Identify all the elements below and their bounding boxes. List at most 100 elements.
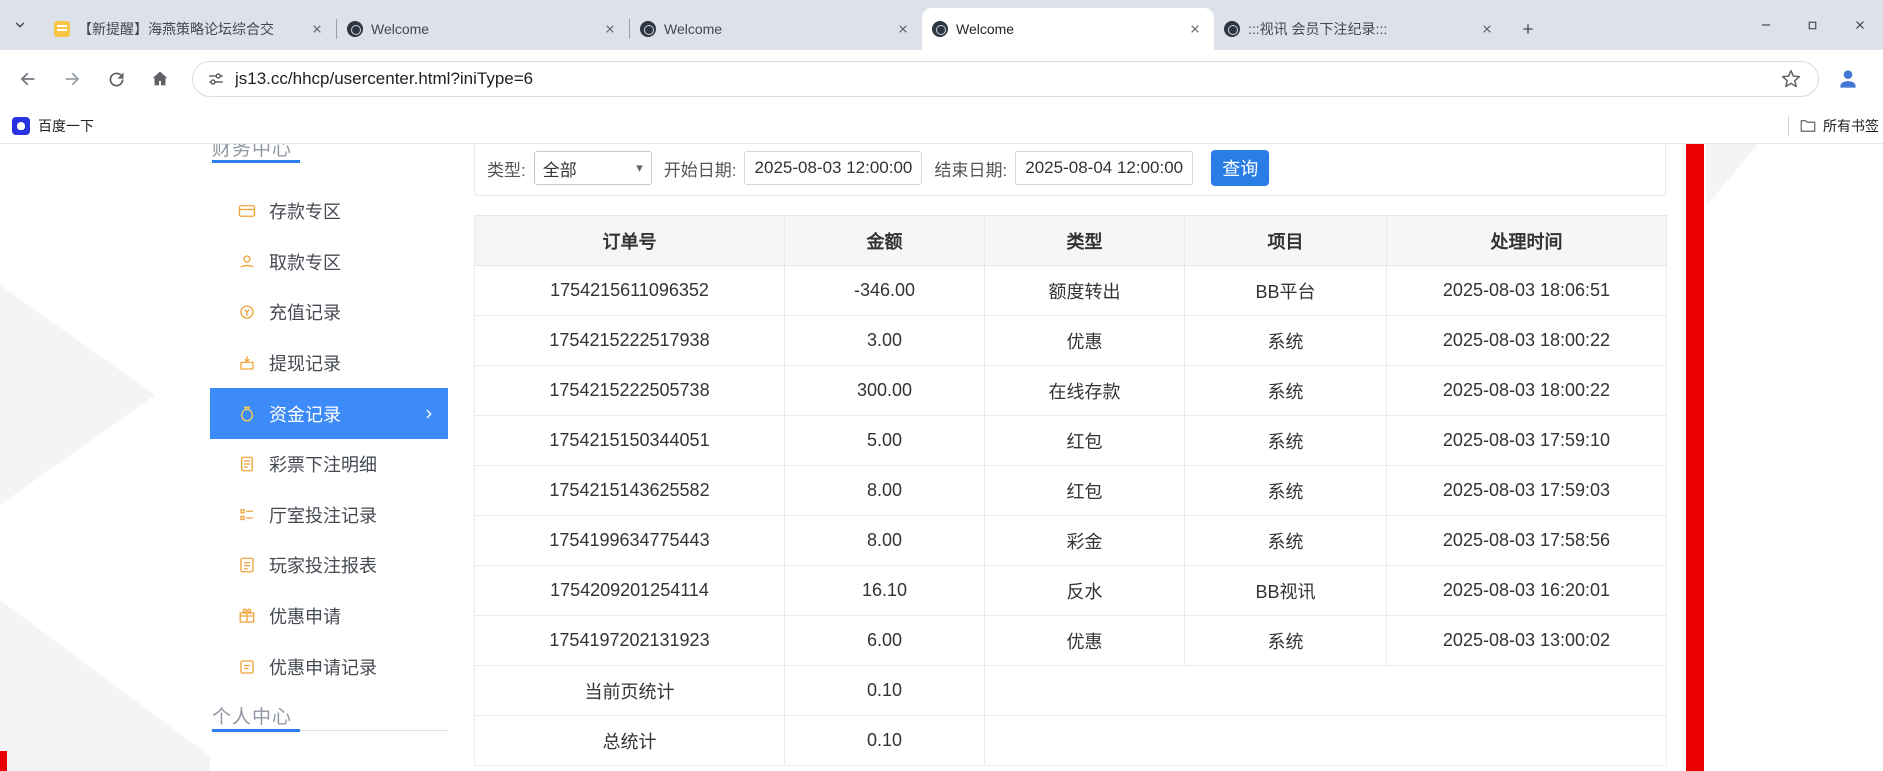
tab-forum[interactable]: 【新提醒】海燕策略论坛综合交 bbox=[44, 8, 336, 50]
globe-icon bbox=[640, 21, 656, 37]
decorative-triangle bbox=[0, 285, 155, 505]
tab-video-records[interactable]: :::视讯 会员下注纪录::: bbox=[1214, 8, 1506, 50]
cell-project: 系统 bbox=[1185, 516, 1387, 566]
finance-section-header: 财务中心 bbox=[212, 144, 292, 161]
minimize-button[interactable] bbox=[1742, 0, 1789, 50]
cell-type: 彩金 bbox=[985, 516, 1185, 566]
address-bar[interactable]: js13.cc/hhcp/usercenter.html?iniType=6 bbox=[192, 61, 1819, 97]
tab-title: Welcome bbox=[664, 21, 888, 37]
close-icon[interactable] bbox=[1186, 20, 1204, 38]
tab-search-button[interactable] bbox=[8, 13, 32, 37]
type-label: 类型: bbox=[487, 156, 526, 181]
close-window-button[interactable] bbox=[1836, 0, 1883, 50]
sidebar-item-hall-bet-records[interactable]: 厅室投注记录 bbox=[210, 490, 448, 541]
cell-amount: 6.00 bbox=[785, 616, 985, 666]
tab-welcome-active[interactable]: Welcome bbox=[922, 8, 1214, 50]
cell-project: 系统 bbox=[1185, 616, 1387, 666]
column-header-amount: 金额 bbox=[785, 216, 985, 266]
chevron-right-icon bbox=[422, 407, 436, 421]
reload-icon bbox=[106, 69, 127, 90]
page-red-notch bbox=[0, 751, 7, 771]
avatar-person-icon bbox=[1835, 66, 1861, 92]
reload-button[interactable] bbox=[98, 61, 134, 97]
baidu-favicon bbox=[12, 117, 30, 135]
table-row: 1754197202131923 6.00 优惠 系统 2025-08-03 1… bbox=[475, 616, 1667, 666]
tabs-container: 【新提醒】海燕策略论坛综合交 Welcome Welcome Welcome :… bbox=[44, 8, 1542, 50]
cell-order-id: 1754215143625582 bbox=[475, 466, 785, 516]
globe-icon bbox=[347, 21, 363, 37]
close-icon[interactable] bbox=[308, 20, 326, 38]
cell-empty bbox=[985, 716, 1667, 766]
sidebar-item-lottery-details[interactable]: 彩票下注明细 bbox=[210, 439, 448, 490]
end-date-input[interactable]: 2025-08-04 12:00:00 bbox=[1015, 151, 1193, 185]
query-button[interactable]: 查询 bbox=[1211, 150, 1269, 186]
sidebar-item-label: 厅室投注记录 bbox=[269, 502, 377, 528]
new-tab-button[interactable] bbox=[1514, 15, 1542, 43]
cell-time: 2025-08-03 17:59:10 bbox=[1387, 416, 1667, 466]
sidebar-item-withdrawal-records[interactable]: 提现记录 bbox=[210, 338, 448, 389]
caret-down-icon: ▾ bbox=[636, 160, 643, 176]
cell-order-id: 1754197202131923 bbox=[475, 616, 785, 666]
type-select-value: 全部 bbox=[543, 156, 577, 181]
type-select[interactable]: 全部 ▾ bbox=[534, 151, 652, 185]
sidebar-item-label: 玩家投注报表 bbox=[269, 552, 377, 578]
maximize-button[interactable] bbox=[1789, 0, 1836, 50]
cell-amount: 5.00 bbox=[785, 416, 985, 466]
sidebar-item-funds-records[interactable]: 资金记录 bbox=[210, 388, 448, 439]
close-icon[interactable] bbox=[894, 20, 912, 38]
cell-time: 2025-08-03 13:00:02 bbox=[1387, 616, 1667, 666]
table-row: 1754209201254114 16.10 反水 BB视讯 2025-08-0… bbox=[475, 566, 1667, 616]
sidebar-item-promo-records[interactable]: 优惠申请记录 bbox=[210, 641, 448, 692]
tab-title: Welcome bbox=[956, 21, 1180, 37]
sidebar-item-recharge-records[interactable]: 充值记录 bbox=[210, 287, 448, 338]
cell-total-label: 总统计 bbox=[475, 716, 785, 766]
all-bookmarks-button[interactable]: 所有书签 bbox=[1788, 108, 1883, 144]
cell-total-amount: 0.10 bbox=[785, 716, 985, 766]
cell-order-id: 1754215222505738 bbox=[475, 366, 785, 416]
tab-welcome-1[interactable]: Welcome bbox=[337, 8, 629, 50]
close-icon[interactable] bbox=[601, 20, 619, 38]
tab-strip: 【新提醒】海燕策略论坛综合交 Welcome Welcome Welcome :… bbox=[0, 0, 1883, 50]
back-button[interactable] bbox=[10, 61, 46, 97]
home-button[interactable] bbox=[142, 61, 178, 97]
sidebar-item-label: 提现记录 bbox=[269, 350, 341, 376]
cell-time: 2025-08-03 18:00:22 bbox=[1387, 366, 1667, 416]
start-date-input[interactable]: 2025-08-03 12:00:00 bbox=[744, 151, 922, 185]
sidebar-item-label: 取款专区 bbox=[269, 249, 341, 275]
withdraw-coins-icon bbox=[238, 253, 256, 271]
section-underline bbox=[212, 729, 300, 732]
divider bbox=[1788, 116, 1789, 136]
site-settings-icon[interactable] bbox=[207, 70, 225, 88]
recharge-coin-icon bbox=[238, 303, 256, 321]
table-header-row: 订单号 金额 类型 项目 处理时间 bbox=[475, 216, 1667, 266]
close-icon[interactable] bbox=[1478, 20, 1496, 38]
sidebar-item-player-report[interactable]: 玩家投注报表 bbox=[210, 540, 448, 591]
globe-icon bbox=[1224, 21, 1240, 37]
sidebar-item-deposit[interactable]: 存款专区 bbox=[210, 186, 448, 237]
tab-welcome-2[interactable]: Welcome bbox=[630, 8, 922, 50]
sidebar: 财务中心 存款专区 取款专区 充值记录 提现记录 资金记录 bbox=[210, 144, 448, 771]
profile-avatar[interactable] bbox=[1831, 62, 1865, 96]
sidebar-item-withdraw[interactable]: 取款专区 bbox=[210, 237, 448, 288]
sidebar-item-label: 优惠申请记录 bbox=[269, 654, 377, 680]
bookmark-baidu[interactable]: 百度一下 bbox=[12, 116, 94, 136]
bookmarks-bar: 百度一下 所有书签 bbox=[0, 108, 1883, 144]
deposit-card-icon bbox=[238, 202, 256, 220]
document-icon bbox=[238, 455, 256, 473]
list-check-icon bbox=[238, 658, 256, 676]
column-header-order-id: 订单号 bbox=[475, 216, 785, 266]
cell-amount: 16.10 bbox=[785, 566, 985, 616]
sidebar-item-label: 彩票下注明细 bbox=[269, 451, 377, 477]
cell-project: 系统 bbox=[1185, 366, 1387, 416]
url-text[interactable]: js13.cc/hhcp/usercenter.html?iniType=6 bbox=[235, 69, 1778, 89]
bookmark-star-button[interactable] bbox=[1778, 66, 1804, 92]
start-date-label: 开始日期: bbox=[664, 156, 737, 181]
cell-total-label: 当前页统计 bbox=[475, 666, 785, 716]
cell-type: 优惠 bbox=[985, 316, 1185, 366]
all-bookmarks-label: 所有书签 bbox=[1823, 116, 1879, 136]
sidebar-item-promo-apply[interactable]: 优惠申请 bbox=[210, 591, 448, 642]
tab-title: Welcome bbox=[371, 21, 595, 37]
forward-button[interactable] bbox=[54, 61, 90, 97]
cell-type: 红包 bbox=[985, 416, 1185, 466]
decorative-triangle bbox=[1706, 144, 1758, 206]
